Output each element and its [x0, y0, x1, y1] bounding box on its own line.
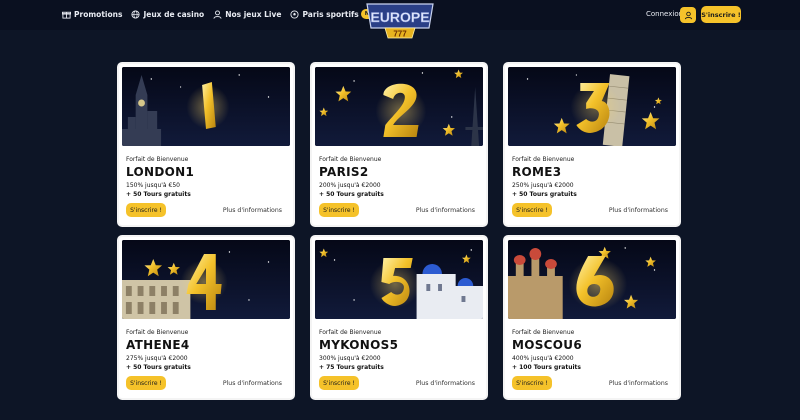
offer-spins: + 50 Tours gratuits	[126, 364, 191, 371]
offer-card-mykonos: Forfait de Bienvenue MYKONOS5 300% jusqu…	[310, 235, 488, 400]
signup-button[interactable]: S'inscrire !	[319, 376, 359, 390]
offer-spins: + 50 Tours gratuits	[319, 191, 384, 198]
offer-category: Forfait de Bienvenue	[512, 156, 575, 163]
signup-button[interactable]: S'inscrire !	[126, 376, 166, 390]
offer-code: MOSCOU6	[512, 338, 582, 352]
offer-banner-paris	[315, 67, 483, 146]
signup-button[interactable]: S'inscrire !	[319, 203, 359, 217]
offer-banner-moscou	[508, 240, 676, 319]
signup-button[interactable]: S'inscrire !	[512, 203, 552, 217]
dealer-icon	[213, 9, 222, 19]
offer-spins: + 50 Tours gratuits	[126, 191, 191, 198]
logo-sub: 777	[393, 30, 407, 39]
nav-casino-games-label: Jeux de casino	[143, 9, 205, 19]
user-button[interactable]	[680, 7, 696, 23]
nav-live-games-label: Nos jeux Live	[225, 9, 282, 19]
offer-code: MYKONOS5	[319, 338, 399, 352]
globe-icon	[131, 9, 140, 19]
offer-bonus: 250% jusqu'à €2000	[512, 182, 574, 189]
signup-button[interactable]: S'inscrire !	[512, 376, 552, 390]
logo-text: EUROPE	[370, 9, 429, 25]
nav-live-games[interactable]: Nos jeux Live	[213, 10, 281, 19]
offer-category: Forfait de Bienvenue	[319, 156, 382, 163]
user-icon	[684, 11, 692, 19]
offer-banner-mykonos	[315, 240, 483, 319]
offer-code: LONDON1	[126, 165, 195, 179]
signup-button[interactable]: S'inscrire !	[126, 203, 166, 217]
nav-sports-betting-label: Paris sportifs	[302, 9, 359, 19]
more-info-link[interactable]: Plus d'informations	[223, 207, 282, 214]
offer-card-london: Forfait de Bienvenue LONDON1 150% jusqu'…	[117, 62, 295, 227]
gift-icon	[62, 11, 71, 19]
login-link[interactable]: Connexion	[646, 10, 683, 18]
ball-icon	[290, 9, 300, 19]
nav-promotions[interactable]: Promotions	[62, 10, 122, 19]
offer-code: PARIS2	[319, 165, 369, 179]
offer-bonus: 200% jusqu'à €2000	[319, 182, 381, 189]
offer-bonus: 300% jusqu'à €2000	[319, 355, 381, 362]
more-info-link[interactable]: Plus d'informations	[416, 380, 475, 387]
offer-card-athene: Forfait de Bienvenue ATHENE4 275% jusqu'…	[117, 235, 295, 400]
offer-bonus: 400% jusqu'à €2000	[512, 355, 574, 362]
offer-spins: + 50 Tours gratuits	[512, 191, 577, 198]
offer-card-paris: Forfait de Bienvenue PARIS2 200% jusqu'à…	[310, 62, 488, 227]
site-logo[interactable]: EUROPE 777	[365, 2, 435, 42]
offer-code: ROME3	[512, 165, 562, 179]
offer-category: Forfait de Bienvenue	[512, 329, 575, 336]
more-info-link[interactable]: Plus d'informations	[416, 207, 475, 214]
signup-button-header[interactable]: S'inscrire !	[701, 6, 741, 23]
nav-promotions-label: Promotions	[74, 9, 123, 19]
more-info-link[interactable]: Plus d'informations	[609, 380, 668, 387]
offer-bonus: 150% jusqu'à €50	[126, 182, 180, 189]
offer-bonus: 275% jusqu'à €2000	[126, 355, 188, 362]
offer-category: Forfait de Bienvenue	[126, 156, 189, 163]
main-nav: Promotions Jeux de casino Nos jeux Live …	[62, 9, 414, 19]
nav-casino-games[interactable]: Jeux de casino	[131, 10, 204, 19]
offer-banner-london	[122, 67, 290, 146]
offer-card-moscou: Forfait de Bienvenue MOSCOU6 400% jusqu'…	[503, 235, 681, 400]
offer-card-rome: Forfait de Bienvenue ROME3 250% jusqu'à …	[503, 62, 681, 227]
more-info-link[interactable]: Plus d'informations	[609, 207, 668, 214]
offer-code: ATHENE4	[126, 338, 190, 352]
offer-category: Forfait de Bienvenue	[319, 329, 382, 336]
offer-spins: + 100 Tours gratuits	[512, 364, 581, 371]
offer-spins: + 75 Tours gratuits	[319, 364, 384, 371]
offer-banner-rome	[508, 67, 676, 146]
more-info-link[interactable]: Plus d'informations	[223, 380, 282, 387]
offer-category: Forfait de Bienvenue	[126, 329, 189, 336]
offer-banner-athene	[122, 240, 290, 319]
